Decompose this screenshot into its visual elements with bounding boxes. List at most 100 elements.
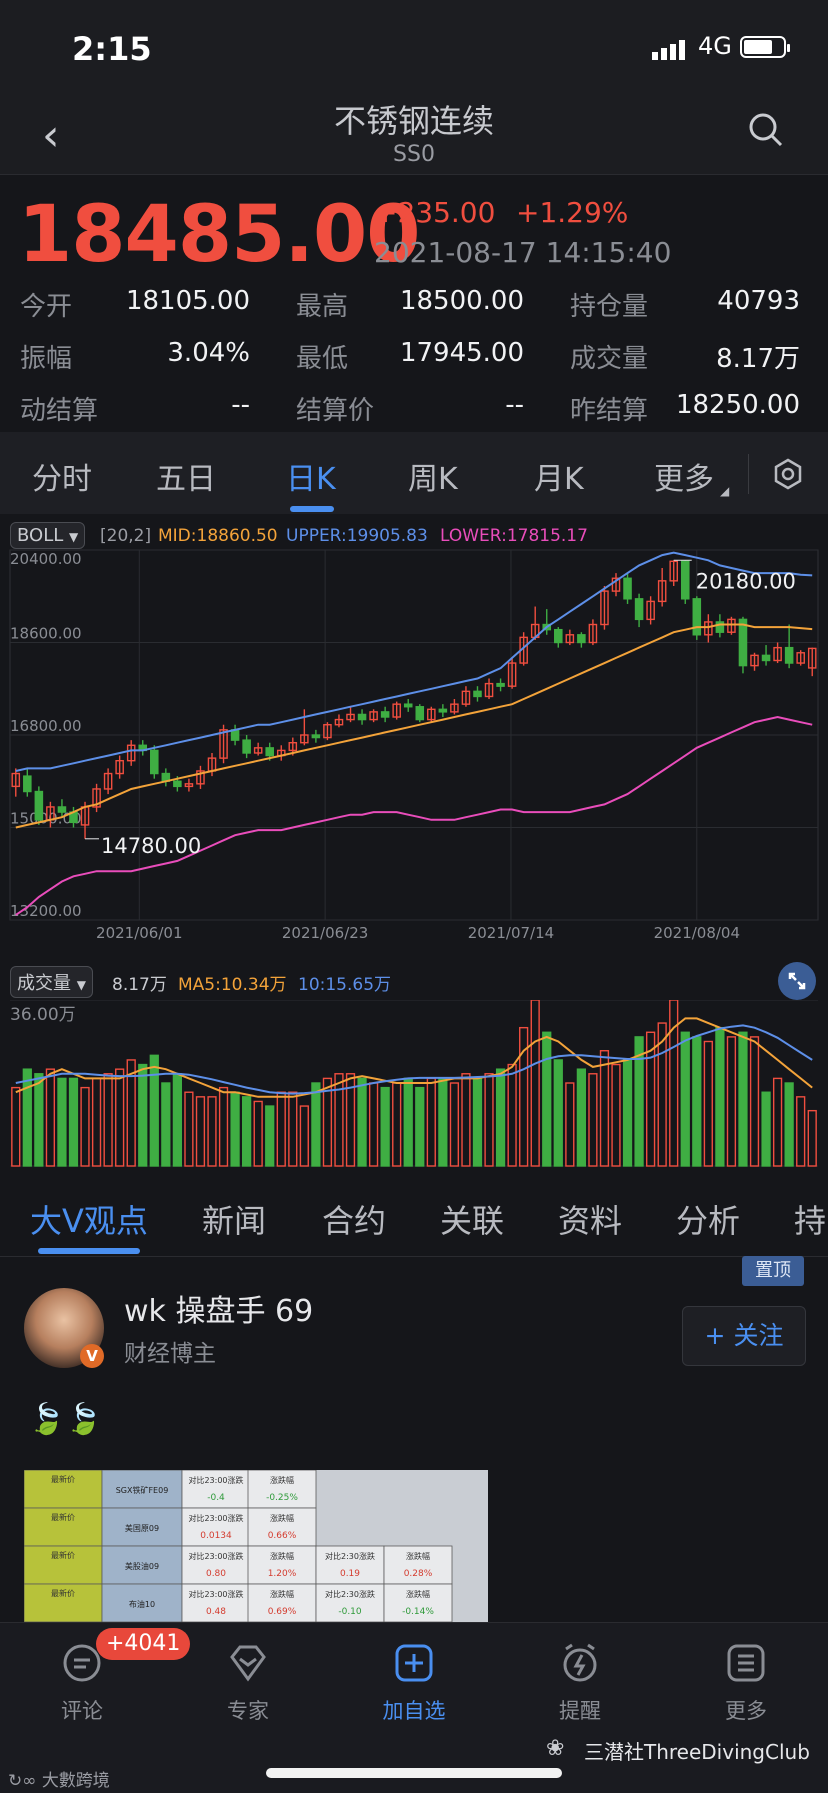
- cell-text: 最新价: [51, 1512, 75, 1522]
- cell-value: -0.14%: [402, 1607, 434, 1617]
- volume-bar: [334, 1073, 344, 1167]
- cell-value: 0.69%: [268, 1607, 297, 1617]
- home-indicator[interactable]: [266, 1768, 562, 1778]
- nav-expert[interactable]: 专家: [198, 1643, 298, 1725]
- x-tick-label: 2021/06/01: [96, 924, 182, 940]
- tab-kol-views[interactable]: 大V观点: [30, 1196, 148, 1242]
- page-title: 不锈钢连续: [333, 102, 494, 140]
- nav-alert[interactable]: 提醒: [530, 1643, 630, 1725]
- candle: [207, 752, 217, 777]
- candle: [542, 609, 552, 635]
- candle-body: [715, 621, 725, 633]
- cell-value: 0.66%: [268, 1531, 297, 1541]
- candle: [115, 755, 124, 779]
- chevron-down-icon: ▼: [76, 978, 86, 992]
- cell-value: 1.20%: [268, 1569, 297, 1579]
- search-icon[interactable]: [748, 112, 784, 148]
- stat-label: 结算价: [296, 396, 375, 426]
- last-price: 18485.00: [18, 190, 421, 280]
- candle: [403, 699, 413, 712]
- tab-weekly-k[interactable]: 周K: [408, 454, 458, 498]
- content-tabs: 大V观点 新闻 合约 关联 资料 分析 持: [0, 1180, 828, 1257]
- tab-analysis[interactable]: 分析: [676, 1196, 740, 1242]
- tab-five-day[interactable]: 五日: [156, 454, 216, 498]
- candle-body: [784, 646, 794, 664]
- volume-indicator-select[interactable]: 成交量 ▼: [10, 966, 93, 998]
- tab-intraday[interactable]: 分时: [32, 454, 92, 498]
- volume-bar: [11, 1086, 21, 1167]
- volume-bar: [34, 1073, 44, 1167]
- candle-body: [265, 747, 274, 757]
- cell-text: 美国原09: [125, 1523, 159, 1533]
- signal-icon: [652, 40, 685, 60]
- period-tabs: 分时 五日 日K 周K 月K 更多 ◢: [0, 432, 828, 514]
- volume-bar: [57, 1077, 67, 1167]
- volume-bar: [242, 1096, 252, 1167]
- candle: [150, 745, 159, 779]
- nav-label: 更多: [725, 1699, 767, 1723]
- candle: [392, 701, 401, 720]
- kline-chart[interactable]: 20400.0018600.0016800.0015000.0013200.00…: [0, 540, 828, 940]
- candle: [126, 740, 136, 766]
- volume-bar: [80, 1086, 90, 1167]
- stat-label: 动结算: [20, 396, 99, 426]
- tab-contract[interactable]: 合约: [322, 1196, 386, 1242]
- volume-bar: [749, 1036, 760, 1167]
- volume-bar: [195, 1096, 206, 1167]
- candle: [230, 724, 240, 746]
- x-tick-label: 2021/06/23: [282, 924, 368, 940]
- corner-watermark-text: 大數跨境: [41, 1771, 110, 1791]
- tab-more[interactable]: 更多: [654, 454, 714, 498]
- network-type: 4G: [698, 32, 732, 60]
- candle: [427, 706, 436, 723]
- candle: [588, 619, 598, 646]
- add-watch-icon: [395, 1644, 433, 1682]
- alarm-icon: [563, 1643, 597, 1682]
- volume-bar: [495, 1068, 506, 1167]
- stat-value: 8.17万: [716, 344, 800, 374]
- candle: [11, 768, 21, 797]
- post-image[interactable]: 最新价 SGX铁矿FE09 对比23:00涨跌 -0.4 涨跌幅 -0.25% 最新价 美国原…: [24, 1470, 488, 1625]
- author-name[interactable]: wk 操盘手 69: [124, 1286, 313, 1330]
- volume-bar: [403, 1077, 413, 1167]
- pinned-badge: 置顶: [742, 1256, 804, 1286]
- tab-monthly-k[interactable]: 月K: [534, 454, 584, 498]
- volume-bar: [703, 1040, 713, 1167]
- x-tick-label: 2021/08/04: [654, 924, 740, 940]
- volume-bar: [692, 1036, 702, 1167]
- candle: [680, 560, 690, 604]
- follow-button[interactable]: + 关注: [682, 1306, 806, 1366]
- candle-body: [761, 654, 771, 662]
- candle: [369, 709, 378, 723]
- candle: [727, 616, 736, 635]
- cell-value: 0.0134: [200, 1531, 232, 1541]
- candle: [750, 652, 759, 671]
- nav-header: ‹ 不锈钢连续 SS0: [0, 90, 828, 175]
- candle: [346, 706, 355, 723]
- fullscreen-icon[interactable]: [778, 962, 816, 1000]
- tab-related[interactable]: 关联: [440, 1196, 504, 1242]
- tab-info[interactable]: 资料: [558, 1196, 622, 1242]
- tab-daily-k[interactable]: 日K: [286, 454, 336, 498]
- volume-bar: [103, 1073, 113, 1167]
- volume-bar: [530, 1000, 540, 1167]
- volume-bar: [761, 1091, 771, 1167]
- cell-text: 最新价: [51, 1474, 75, 1484]
- tab-news[interactable]: 新闻: [202, 1196, 266, 1242]
- post-text: 🍃🍃: [28, 1402, 103, 1437]
- candle: [253, 742, 263, 756]
- volume-bar: [230, 1091, 240, 1167]
- stat-value: 18250.00: [675, 390, 800, 420]
- caret-icon: ◢: [720, 484, 730, 498]
- nav-add-watchlist[interactable]: 加自选: [364, 1643, 464, 1725]
- volume-bar: [784, 1082, 794, 1167]
- candle-body: [623, 577, 632, 600]
- tab-holdings[interactable]: 持: [794, 1196, 826, 1242]
- stat-value: 40793: [717, 286, 800, 316]
- nav-more[interactable]: 更多: [696, 1643, 796, 1725]
- volume-bar: [115, 1068, 125, 1167]
- volume-bar: [218, 1086, 229, 1167]
- settings-icon[interactable]: [772, 458, 804, 490]
- author-role: 财经博主: [124, 1341, 216, 1367]
- nav-label: 加自选: [382, 1699, 446, 1723]
